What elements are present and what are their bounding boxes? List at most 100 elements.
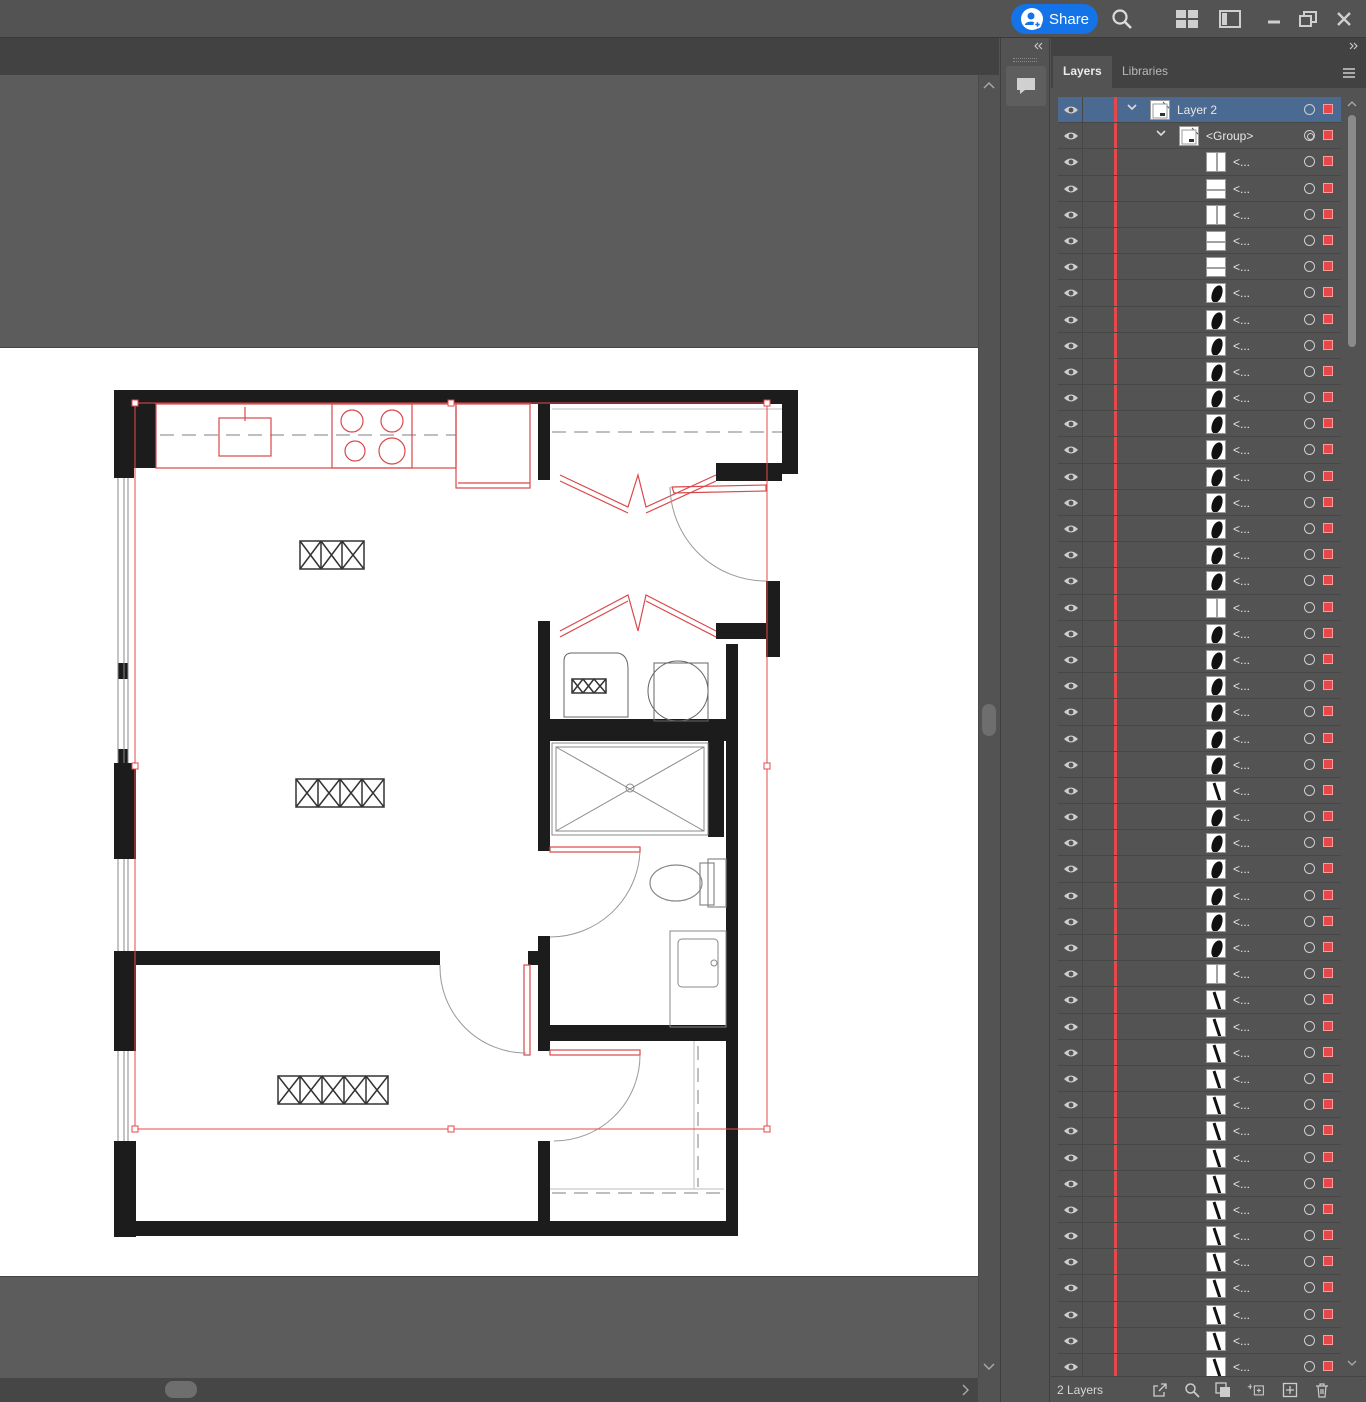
lock-column[interactable]	[1082, 149, 1083, 175]
hscroll-thumb[interactable]	[165, 1381, 197, 1398]
visibility-eye-icon[interactable]	[1063, 522, 1079, 536]
workspace-icon[interactable]	[1218, 7, 1242, 31]
canvas[interactable]	[0, 75, 978, 1378]
target-circle-icon[interactable]	[1304, 444, 1315, 456]
visibility-eye-icon[interactable]	[1063, 1124, 1079, 1138]
selection-indicator[interactable]	[1323, 811, 1333, 822]
lock-column[interactable]	[1082, 489, 1083, 515]
layer-name[interactable]: Layer 2	[1177, 103, 1217, 117]
sublayer-row[interactable]: <...	[1058, 751, 1341, 778]
sublayer-row[interactable]: <...	[1058, 1118, 1341, 1145]
lock-column[interactable]	[1082, 699, 1083, 725]
lock-column[interactable]	[1082, 961, 1083, 987]
layer-row[interactable]: Layer 2	[1058, 97, 1341, 124]
layer-name[interactable]: <...	[1233, 889, 1250, 903]
sublayer-row[interactable]: <...	[1058, 332, 1341, 359]
visibility-eye-icon[interactable]	[1063, 574, 1079, 588]
visibility-eye-icon[interactable]	[1063, 941, 1079, 955]
lock-column[interactable]	[1082, 227, 1083, 254]
target-circle-icon[interactable]	[1304, 758, 1315, 770]
selection-indicator[interactable]	[1323, 1203, 1333, 1214]
selection-indicator[interactable]	[1323, 365, 1333, 376]
lock-column[interactable]	[1082, 332, 1083, 358]
target-circle-icon[interactable]	[1304, 627, 1315, 639]
lock-column[interactable]	[1082, 751, 1083, 777]
lock-column[interactable]	[1082, 620, 1083, 646]
sublayer-row[interactable]: <...	[1058, 385, 1341, 412]
target-circle-icon[interactable]	[1304, 811, 1315, 823]
chevron-down-icon[interactable]	[1126, 101, 1138, 116]
selection-indicator[interactable]	[1323, 156, 1333, 167]
sublayer-row[interactable]: <...	[1058, 1223, 1341, 1250]
lock-column[interactable]	[1082, 1013, 1083, 1039]
lock-column[interactable]	[1082, 1223, 1083, 1249]
lock-column[interactable]	[1082, 516, 1083, 542]
sublayer-row[interactable]: <...	[1058, 306, 1341, 333]
selection-indicator[interactable]	[1323, 130, 1333, 141]
layer-name[interactable]: <...	[1233, 443, 1250, 457]
restore-icon[interactable]	[1296, 7, 1320, 31]
visibility-eye-icon[interactable]	[1063, 810, 1079, 824]
visibility-eye-icon[interactable]	[1063, 836, 1079, 850]
scroll-up-icon[interactable]	[983, 81, 995, 89]
tab-libraries[interactable]: Libraries	[1112, 56, 1178, 88]
visibility-eye-icon[interactable]	[1063, 784, 1079, 798]
layer-name[interactable]: <...	[1233, 732, 1250, 746]
sublayer-row[interactable]: <...	[1058, 830, 1341, 857]
visibility-eye-icon[interactable]	[1063, 234, 1079, 248]
lock-column[interactable]	[1082, 882, 1083, 908]
lock-column[interactable]	[1082, 673, 1083, 699]
sublayer-row[interactable]: <...	[1058, 699, 1341, 726]
target-circle-icon[interactable]	[1304, 863, 1315, 875]
lock-column[interactable]	[1082, 463, 1083, 489]
visibility-eye-icon[interactable]	[1063, 915, 1079, 929]
selection-indicator[interactable]	[1323, 784, 1333, 795]
sublayer-row[interactable]: <...	[1058, 1065, 1341, 1093]
layer-name[interactable]: <...	[1233, 1281, 1250, 1295]
target-circle-icon[interactable]	[1304, 523, 1315, 534]
selection-indicator[interactable]	[1323, 1099, 1333, 1110]
lock-column[interactable]	[1082, 201, 1083, 227]
canvas-horizontal-scrollbar[interactable]	[0, 1378, 978, 1402]
layer-name[interactable]: <...	[1233, 574, 1250, 588]
lock-column[interactable]	[1082, 594, 1083, 620]
selection-indicator[interactable]	[1323, 104, 1333, 114]
sublayer-row[interactable]: <...	[1058, 463, 1341, 490]
layer-name[interactable]: <...	[1233, 155, 1250, 169]
visibility-eye-icon[interactable]	[1063, 286, 1079, 300]
layer-name[interactable]: <...	[1233, 1360, 1250, 1374]
artboard[interactable]	[0, 347, 978, 1277]
selection-indicator[interactable]	[1323, 627, 1333, 638]
target-circle-icon[interactable]	[1304, 732, 1315, 744]
layer-name[interactable]: <Group>	[1206, 129, 1253, 143]
visibility-eye-icon[interactable]	[1063, 967, 1079, 981]
sublayer-row[interactable]: <...	[1058, 516, 1341, 543]
selection-indicator[interactable]	[1323, 1361, 1333, 1371]
selection-indicator[interactable]	[1323, 1072, 1333, 1083]
visibility-eye-icon[interactable]	[1063, 1334, 1079, 1348]
sublayer-row[interactable]: <...	[1058, 411, 1341, 438]
sublayer-row[interactable]: <...	[1058, 175, 1341, 202]
visibility-eye-icon[interactable]	[1063, 548, 1079, 562]
sublayer-row[interactable]: <...	[1058, 961, 1341, 988]
visibility-eye-icon[interactable]	[1063, 1255, 1079, 1269]
sublayer-row[interactable]: <...	[1058, 568, 1341, 595]
visibility-eye-icon[interactable]	[1063, 1360, 1079, 1374]
target-circle-icon[interactable]	[1304, 234, 1315, 246]
target-circle-icon[interactable]	[1304, 1282, 1315, 1294]
target-circle-icon[interactable]	[1304, 418, 1315, 430]
layer-name[interactable]: <...	[1233, 417, 1250, 431]
selection-indicator[interactable]	[1323, 208, 1333, 219]
visibility-eye-icon[interactable]	[1063, 1229, 1079, 1243]
visibility-eye-icon[interactable]	[1063, 862, 1079, 876]
lock-column[interactable]	[1082, 777, 1083, 804]
selection-indicator[interactable]	[1323, 889, 1333, 900]
sublayer-row[interactable]: <...	[1058, 620, 1341, 647]
scroll-right-icon[interactable]	[962, 1384, 970, 1396]
lock-column[interactable]	[1082, 1249, 1083, 1275]
lock-column[interactable]	[1082, 725, 1083, 751]
sublayer-row[interactable]: <...	[1058, 777, 1341, 805]
selection-indicator[interactable]	[1323, 915, 1333, 926]
lock-column[interactable]	[1082, 908, 1083, 934]
lock-column[interactable]	[1082, 97, 1083, 123]
